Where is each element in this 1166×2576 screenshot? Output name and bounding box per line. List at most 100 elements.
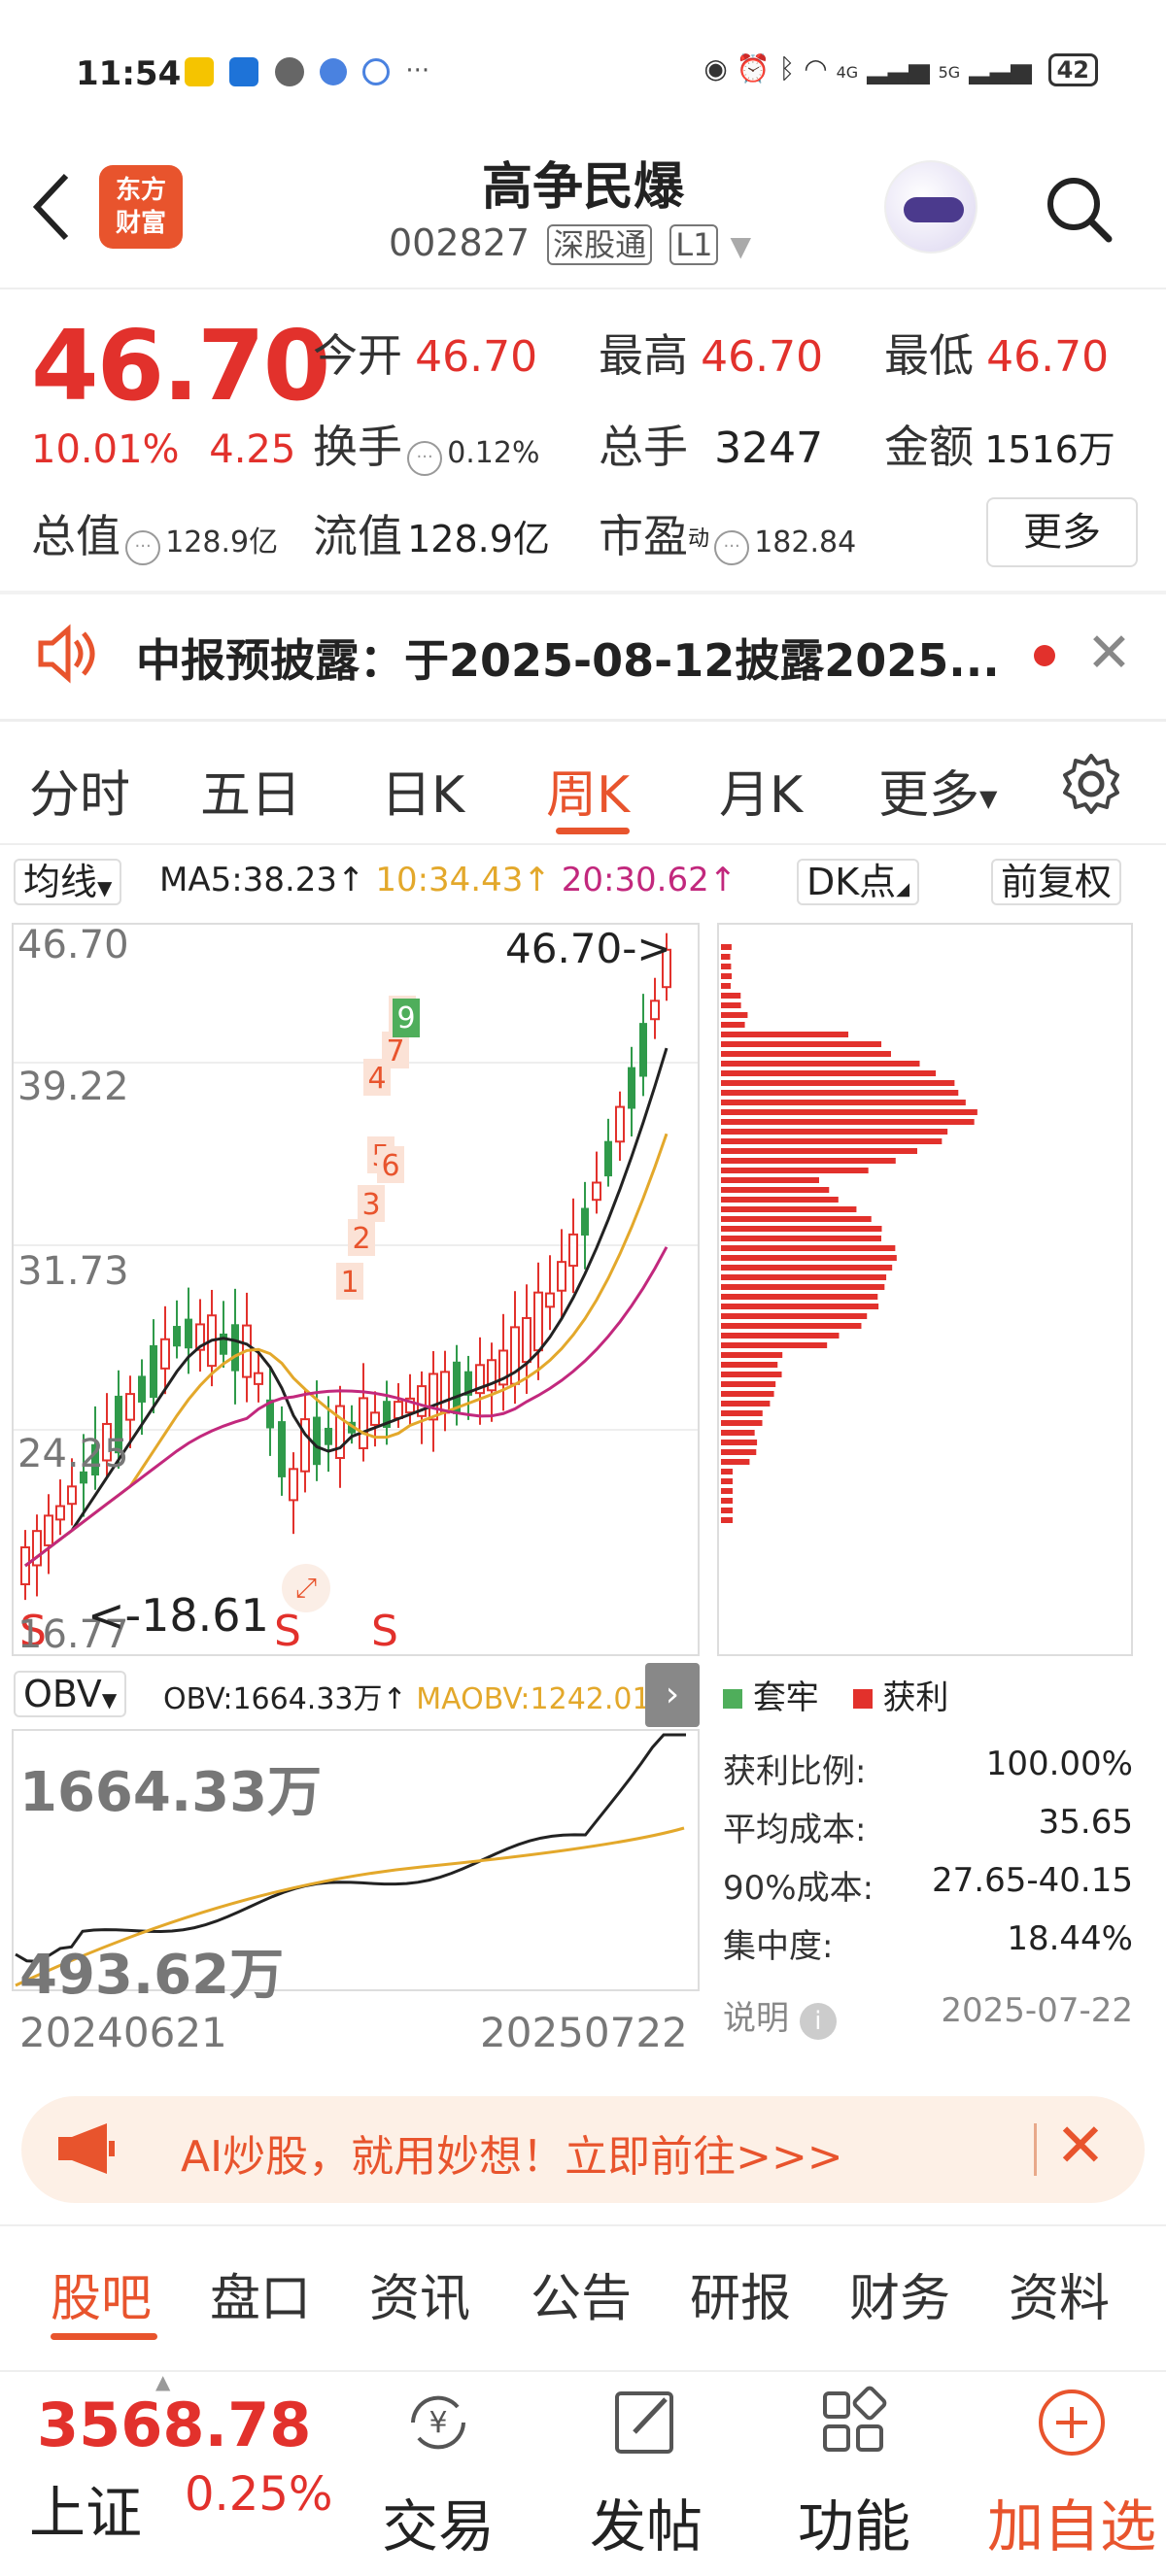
more-quote-button[interactable]: 更多 — [986, 497, 1138, 567]
dk-label: DK点 — [806, 861, 897, 903]
chip-bar — [721, 1449, 757, 1455]
candle-up — [557, 1261, 566, 1292]
close-banner-button[interactable]: ✕ — [1055, 2110, 1106, 2181]
volume-value: 3247 — [714, 424, 824, 473]
ai-banner-text[interactable]: AI炒股，就用妙想！立即前往>>> — [181, 2121, 843, 2184]
info-icon[interactable]: ··· — [407, 440, 443, 476]
dk-signal-label: 3 — [361, 1188, 380, 1222]
index-name[interactable]: 上证 — [29, 2467, 142, 2549]
chip-bar — [721, 1206, 857, 1212]
ma5-value: MA5:38.23↑ — [159, 861, 365, 899]
chip-bar — [721, 1498, 733, 1504]
tab-orderbook[interactable]: 盘口 — [210, 2257, 311, 2330]
chip-bar — [721, 954, 731, 960]
tab-five-day[interactable]: 五日 — [200, 754, 301, 827]
chip-bar — [721, 1129, 948, 1135]
tab-profile[interactable]: 资料 — [1009, 2257, 1110, 2330]
chip-bar — [721, 1158, 896, 1164]
stat-label: 获利比例: — [723, 1752, 867, 1791]
info-icon[interactable]: ··· — [714, 529, 750, 565]
chip-bar — [721, 993, 741, 999]
divider — [1034, 2123, 1037, 2176]
volume-label: 总手 — [599, 421, 688, 473]
ma-line — [24, 1047, 669, 1568]
amount-row: 金额 1516万 — [884, 412, 1115, 476]
ma20-value: 20:30.62↑ — [561, 861, 737, 899]
nav-functions[interactable]: 功能 — [772, 2386, 937, 2562]
tab-research[interactable]: 研报 — [690, 2257, 791, 2330]
chip-legend: 套牢 获利 — [723, 1671, 948, 1718]
candle-up — [545, 1292, 555, 1308]
notice-text[interactable]: 中报预披露：于2025-08-12披露2025... — [136, 626, 1000, 690]
close-notice-button[interactable]: ✕ — [1086, 622, 1132, 685]
candle-up — [568, 1233, 578, 1268]
stat-value: 27.65-40.15 — [932, 1861, 1133, 1900]
ai-assistant-avatar[interactable] — [884, 160, 977, 254]
obv-dropdown[interactable]: OBV▼ — [14, 1671, 127, 1717]
add-circle-icon — [1039, 2390, 1105, 2456]
adjust-button[interactable]: 前复权 — [991, 857, 1122, 907]
stat-value: 35.65 — [1038, 1803, 1133, 1842]
chip-bar — [721, 1323, 862, 1329]
expand-panel-button[interactable]: › — [645, 1663, 700, 1727]
candle-up — [370, 1411, 380, 1426]
search-button[interactable] — [1045, 175, 1113, 243]
explain-label: 说明 — [723, 1999, 789, 2038]
dk-button[interactable]: DK点◢ — [797, 857, 920, 915]
divider — [0, 591, 1166, 594]
ma-selector[interactable]: 均线▼ — [14, 857, 122, 913]
chip-bar — [721, 944, 732, 950]
dk-button-box: DK点◢ — [797, 859, 920, 905]
date-end: 20250722 — [480, 2009, 688, 2056]
stock-code: 002827 — [389, 221, 531, 264]
tab-monthly-k[interactable]: 月K — [719, 754, 803, 827]
level-tag: L1 — [669, 224, 719, 265]
high-row: 最高 46.70 — [599, 321, 823, 385]
nav-trade-label: 交易 — [381, 2493, 495, 2559]
y-tick: 39.22 — [17, 1065, 129, 1109]
candle-down — [325, 1427, 332, 1445]
tab-weekly-k[interactable]: 周K — [546, 754, 630, 827]
y-tick: 31.73 — [17, 1249, 129, 1294]
candle-up — [125, 1393, 135, 1421]
chip-bar — [721, 1459, 750, 1465]
more-notifications-icon: ··· — [405, 56, 430, 85]
turnover-label: 换手 — [313, 421, 402, 473]
chip-bar — [721, 1381, 776, 1387]
settings-button[interactable] — [1059, 752, 1123, 820]
info-icon: i — [799, 2003, 837, 2040]
tab-news[interactable]: 资讯 — [369, 2257, 470, 2330]
obv-selector[interactable]: OBV▼ — [14, 1669, 127, 1725]
tab-more[interactable]: 更多▼ — [878, 754, 997, 827]
profit-swatch — [852, 1689, 873, 1709]
pe-row: 市盈动 ··· 182.84 — [599, 501, 856, 565]
wifi-icon: ◠ — [804, 52, 828, 85]
chip-bar — [721, 1274, 887, 1280]
explain-link[interactable]: 说明 i — [723, 1991, 837, 2040]
dk-signal-label: 2 — [352, 1222, 370, 1256]
caret-down-icon[interactable]: ▼ — [731, 230, 752, 262]
chip-canvas — [721, 944, 977, 1523]
candle-up — [55, 1505, 65, 1521]
chip-bar — [721, 1265, 893, 1271]
signal-icon: ▂▃▅ — [969, 52, 1032, 85]
chip-bar — [721, 1216, 872, 1222]
candle-up — [615, 1105, 625, 1143]
expand-icon[interactable]: ⤢ — [282, 1564, 330, 1612]
index-value[interactable]: 3568.78 — [37, 2390, 311, 2460]
y-tick: 46.70 — [17, 923, 129, 967]
tab-financials[interactable]: 财务 — [849, 2257, 950, 2330]
nav-trade[interactable]: ¥ 交易 — [356, 2386, 521, 2562]
ma-dropdown[interactable]: 均线▼ — [14, 859, 122, 905]
tab-daily-k[interactable]: 日K — [381, 754, 464, 827]
tab-intraday[interactable]: 分时 — [29, 754, 130, 827]
divider — [0, 719, 1166, 722]
nav-post[interactable]: 发帖 — [564, 2386, 729, 2562]
info-icon[interactable]: ··· — [125, 529, 161, 565]
network-label-2: 5G — [938, 63, 961, 82]
candle-down — [231, 1324, 239, 1372]
tab-forum[interactable]: 股吧 — [51, 2257, 152, 2330]
tab-announcements[interactable]: 公告 — [531, 2257, 632, 2330]
nav-add-watchlist[interactable]: 加自选 — [979, 2386, 1164, 2562]
candle-up — [254, 1372, 263, 1385]
